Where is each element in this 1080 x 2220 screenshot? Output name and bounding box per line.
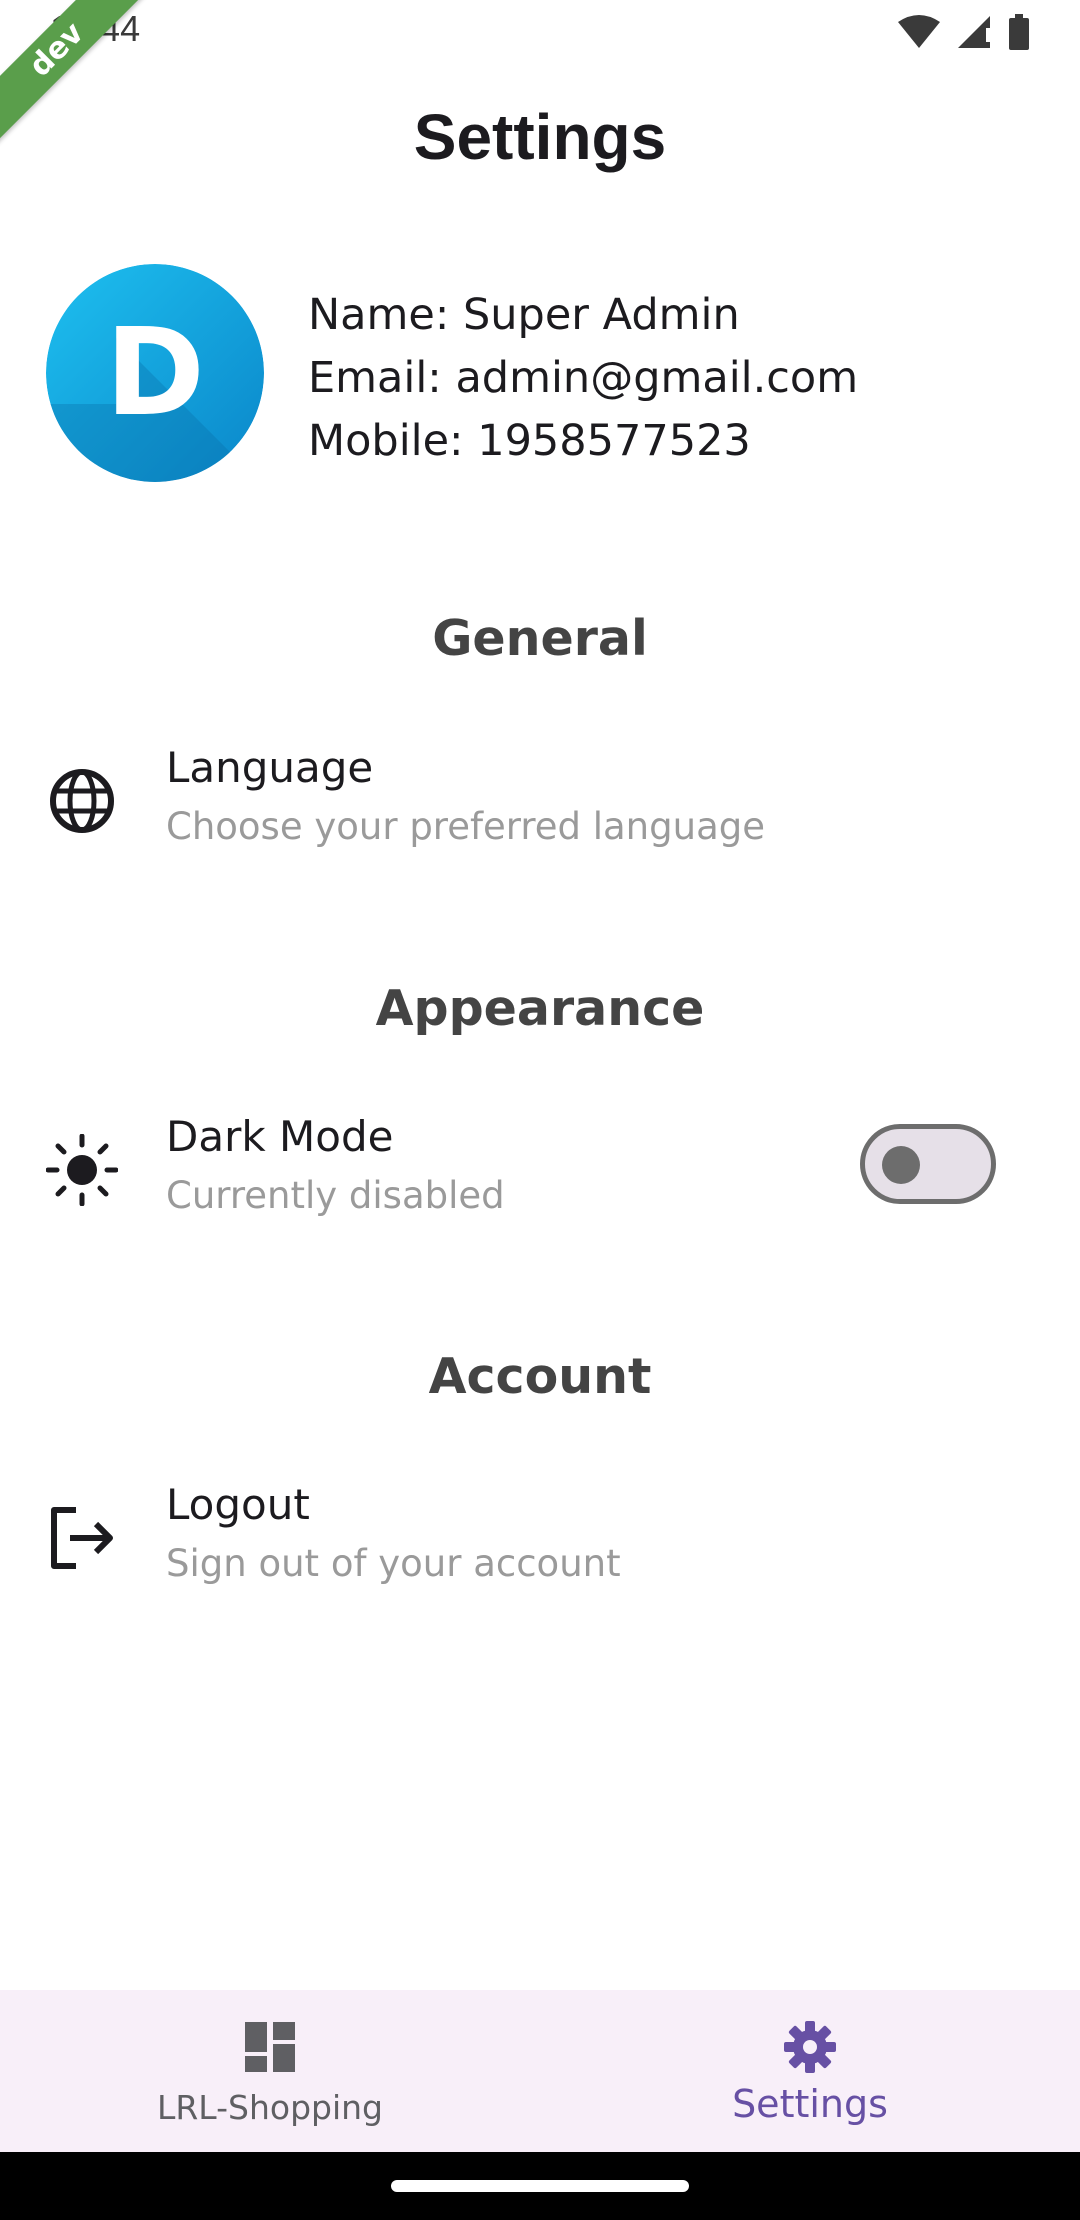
- nav-item-settings[interactable]: Settings: [540, 1990, 1080, 2152]
- section-title-general: General: [432, 610, 648, 667]
- section-title-account: Account: [428, 1348, 652, 1405]
- bottom-nav: LRL-Shopping Settings: [0, 1990, 1080, 2152]
- sun-icon: [46, 1134, 118, 1206]
- avatar: D: [46, 264, 264, 482]
- nav-label: LRL-Shopping: [156, 2088, 383, 2127]
- profile-mobile: Mobile: 1958577523: [308, 416, 751, 466]
- profile-email: Email: admin@gmail.com: [308, 353, 859, 403]
- gear-icon: [784, 2021, 836, 2073]
- svg-text:D: D: [105, 304, 205, 443]
- dark-mode-toggle[interactable]: [860, 1124, 996, 1204]
- settings-item-title: Language: [166, 743, 374, 792]
- toggle-thumb: [882, 1146, 920, 1184]
- settings-item-language[interactable]: Language Choose your preferred language: [0, 735, 1080, 865]
- nav-item-lrl-shopping[interactable]: LRL-Shopping: [0, 1990, 540, 2152]
- dashboard-icon: [245, 2022, 295, 2072]
- nav-label: Settings: [732, 2082, 888, 2126]
- settings-item-dark-mode[interactable]: Dark Mode Currently disabled: [0, 1104, 1080, 1234]
- battery-icon: [1009, 14, 1029, 50]
- home-gesture-handle[interactable]: [391, 2180, 689, 2192]
- status-icons: [898, 14, 1030, 50]
- profile-name: Name: Super Admin: [308, 290, 740, 340]
- settings-item-subtitle: Choose your preferred language: [166, 805, 765, 848]
- gesture-bar: [0, 2152, 1080, 2220]
- status-bar: 12:44: [0, 0, 1080, 64]
- profile-info: Name: Super Admin Email: admin@gmail.com…: [308, 284, 858, 473]
- settings-item-logout[interactable]: Logout Sign out of your account: [0, 1472, 1080, 1602]
- wifi-icon: [898, 15, 940, 48]
- settings-item-subtitle: Currently disabled: [166, 1174, 505, 1217]
- settings-item-title: Logout: [166, 1480, 310, 1529]
- globe-icon: [50, 769, 114, 833]
- profile-card: D Name: Super Admin Email: admin@gmail.c…: [46, 264, 1046, 484]
- logout-icon: [51, 1507, 113, 1569]
- cellular-signal-icon: [958, 16, 990, 48]
- page-title: Settings: [413, 101, 667, 173]
- section-title-appearance: Appearance: [375, 980, 705, 1037]
- settings-item-title: Dark Mode: [166, 1112, 394, 1161]
- settings-item-subtitle: Sign out of your account: [166, 1542, 621, 1585]
